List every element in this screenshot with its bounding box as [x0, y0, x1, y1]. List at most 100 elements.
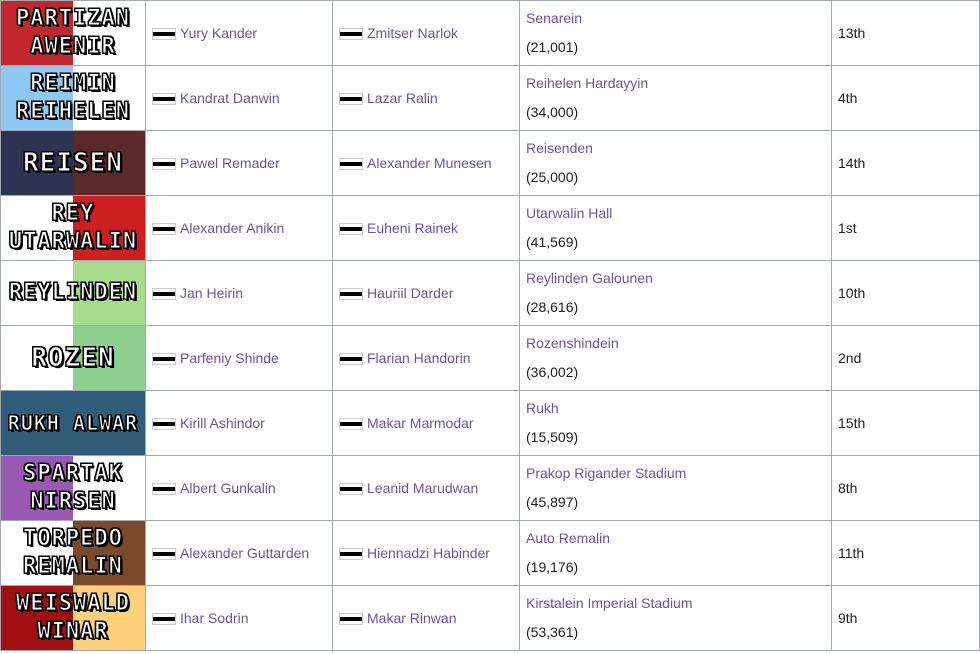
flag-icon [152, 223, 176, 236]
flag-icon [339, 483, 363, 496]
league-position: 13th [831, 0, 980, 66]
club-badge-line1: WEISWALD [16, 591, 130, 617]
stadium-link[interactable]: Reylinden Galounen [526, 270, 831, 286]
manager-link[interactable]: Kandrat Danwin [180, 90, 280, 106]
flag-icon [152, 158, 176, 171]
manager-link[interactable]: Yury Kander [180, 25, 257, 41]
flag-icon [339, 613, 363, 626]
club-badge-text: SPARTAK NIRSEN [2, 457, 145, 520]
captain-cell: Hiennadzi Habinder [332, 520, 520, 586]
captain-cell: Alexander Munesen [332, 130, 520, 196]
captain-cell: Hauriil Darder [332, 260, 520, 326]
stadium-cell: Auto Remalin (19,176) [519, 520, 832, 586]
manager-cell: Kirill Ashindor [145, 390, 333, 456]
flag-icon [339, 28, 363, 41]
club-badge[interactable]: RUKH ALWAR [0, 390, 146, 456]
captain-link[interactable]: Lazar Ralin [367, 90, 438, 106]
club-badge-line1: REIMIN [30, 71, 116, 97]
club-badge[interactable]: ROZEN [0, 325, 146, 391]
manager-cell: Albert Gunkalin [145, 455, 333, 521]
table-row: REY UTARWALIN Alexander Anikin Euheni Ra… [0, 195, 980, 261]
manager-link[interactable]: Alexander Guttarden [180, 545, 309, 561]
club-badge[interactable]: REISEN [0, 130, 146, 196]
club-badge[interactable]: SPARTAK NIRSEN [0, 455, 146, 521]
club-badge-text: REISEN [2, 132, 145, 195]
stadium-link[interactable]: Prakop Rigander Stadium [526, 465, 831, 481]
stadium-cell: Rukh (15,509) [519, 390, 832, 456]
league-position: 14th [831, 130, 980, 196]
captain-link[interactable]: Flarian Handorin [367, 350, 471, 366]
league-position: 8th [831, 455, 980, 521]
club-badge-line1: REYLINDEN [8, 280, 138, 306]
stadium-capacity: (25,000) [526, 168, 579, 185]
club-badge-line2: WINAR [37, 619, 109, 645]
flag-icon [152, 548, 176, 561]
captain-link[interactable]: Hauriil Darder [367, 285, 453, 301]
club-badge-text: RUKH ALWAR [2, 392, 145, 455]
captain-link[interactable]: Makar Marmodar [367, 415, 474, 431]
manager-cell: Jan Heirin [145, 260, 333, 326]
club-badge-line1: RUKH ALWAR [7, 411, 139, 436]
league-position: 1st [831, 195, 980, 261]
captain-cell: Lazar Ralin [332, 65, 520, 131]
league-position: 2nd [831, 325, 980, 391]
stadium-cell: Utarwalin Hall (41,569) [519, 195, 832, 261]
club-badge-line2: UTARWALIN [8, 229, 138, 255]
stadium-link[interactable]: Kirstalein Imperial Stadium [526, 595, 831, 611]
manager-link[interactable]: Parfeniy Shinde [180, 350, 279, 366]
stadium-link[interactable]: Senarein [526, 10, 831, 26]
manager-cell: Alexander Guttarden [145, 520, 333, 586]
captain-link[interactable]: Makar Rinwan [367, 610, 456, 626]
manager-link[interactable]: Ihar Sodrin [180, 610, 248, 626]
stadium-cell: Reihelen Hardayyin (34,000) [519, 65, 832, 131]
manager-link[interactable]: Albert Gunkalin [180, 480, 276, 496]
flag-icon [339, 288, 363, 301]
club-badge[interactable]: WEISWALD WINAR [0, 585, 146, 651]
stadium-cell: Kirstalein Imperial Stadium (53,361) [519, 585, 832, 651]
club-badge-line2: NIRSEN [30, 489, 116, 515]
stadium-cell: Rozenshindein (36,002) [519, 325, 832, 391]
stadium-link[interactable]: Rukh [526, 400, 831, 416]
flag-icon [152, 418, 176, 431]
flag-icon [152, 93, 176, 106]
stadium-capacity: (15,509) [526, 428, 579, 445]
stadium-link[interactable]: Reihelen Hardayyin [526, 75, 831, 91]
captain-link[interactable]: Hiennadzi Habinder [367, 545, 490, 561]
club-badge[interactable]: PARTIZAN AWENIR [0, 0, 146, 66]
flag-icon [339, 158, 363, 171]
table-row: REIMIN REIHELEN Kandrat Danwin Lazar Ral… [0, 65, 980, 131]
club-badge-line1: ROZEN [31, 343, 115, 373]
club-badge[interactable]: REY UTARWALIN [0, 195, 146, 261]
stadium-link[interactable]: Reisenden [526, 140, 831, 156]
manager-link[interactable]: Alexander Anikin [180, 220, 284, 236]
league-position: 4th [831, 65, 980, 131]
table-row: REYLINDEN Jan Heirin Hauriil Darder Reyl… [0, 260, 980, 326]
club-badge-line2: REMALIN [23, 554, 123, 580]
club-badge-text: PARTIZAN AWENIR [2, 2, 145, 65]
club-badge-text: REIMIN REIHELEN [2, 67, 145, 130]
flag-icon [339, 353, 363, 366]
stadium-cell: Reylinden Galounen (28,616) [519, 260, 832, 326]
table-row: ROZEN Parfeniy Shinde Flarian Handorin R… [0, 325, 980, 391]
stadium-link[interactable]: Utarwalin Hall [526, 205, 831, 221]
club-badge-line1: SPARTAK [23, 461, 123, 487]
stadium-capacity: (34,000) [526, 103, 579, 120]
manager-link[interactable]: Jan Heirin [180, 285, 243, 301]
stadium-link[interactable]: Auto Remalin [526, 530, 831, 546]
captain-link[interactable]: Euheni Rainek [367, 220, 458, 236]
stadium-cell: Prakop Rigander Stadium (45,897) [519, 455, 832, 521]
flag-icon [152, 353, 176, 366]
manager-link[interactable]: Kirill Ashindor [180, 415, 265, 431]
table-row: REISEN Pawel Remader Alexander Munesen R… [0, 130, 980, 196]
captain-link[interactable]: Zmitser Narlok [367, 25, 458, 41]
captain-link[interactable]: Leanid Marudwan [367, 480, 478, 496]
club-badge-line2: AWENIR [30, 34, 116, 60]
club-badge-line1: TORPEDO [23, 526, 123, 552]
captain-cell: Makar Rinwan [332, 585, 520, 651]
captain-link[interactable]: Alexander Munesen [367, 155, 492, 171]
club-badge[interactable]: REYLINDEN [0, 260, 146, 326]
stadium-link[interactable]: Rozenshindein [526, 335, 831, 351]
club-badge[interactable]: TORPEDO REMALIN [0, 520, 146, 586]
club-badge[interactable]: REIMIN REIHELEN [0, 65, 146, 131]
manager-link[interactable]: Pawel Remader [180, 155, 280, 171]
